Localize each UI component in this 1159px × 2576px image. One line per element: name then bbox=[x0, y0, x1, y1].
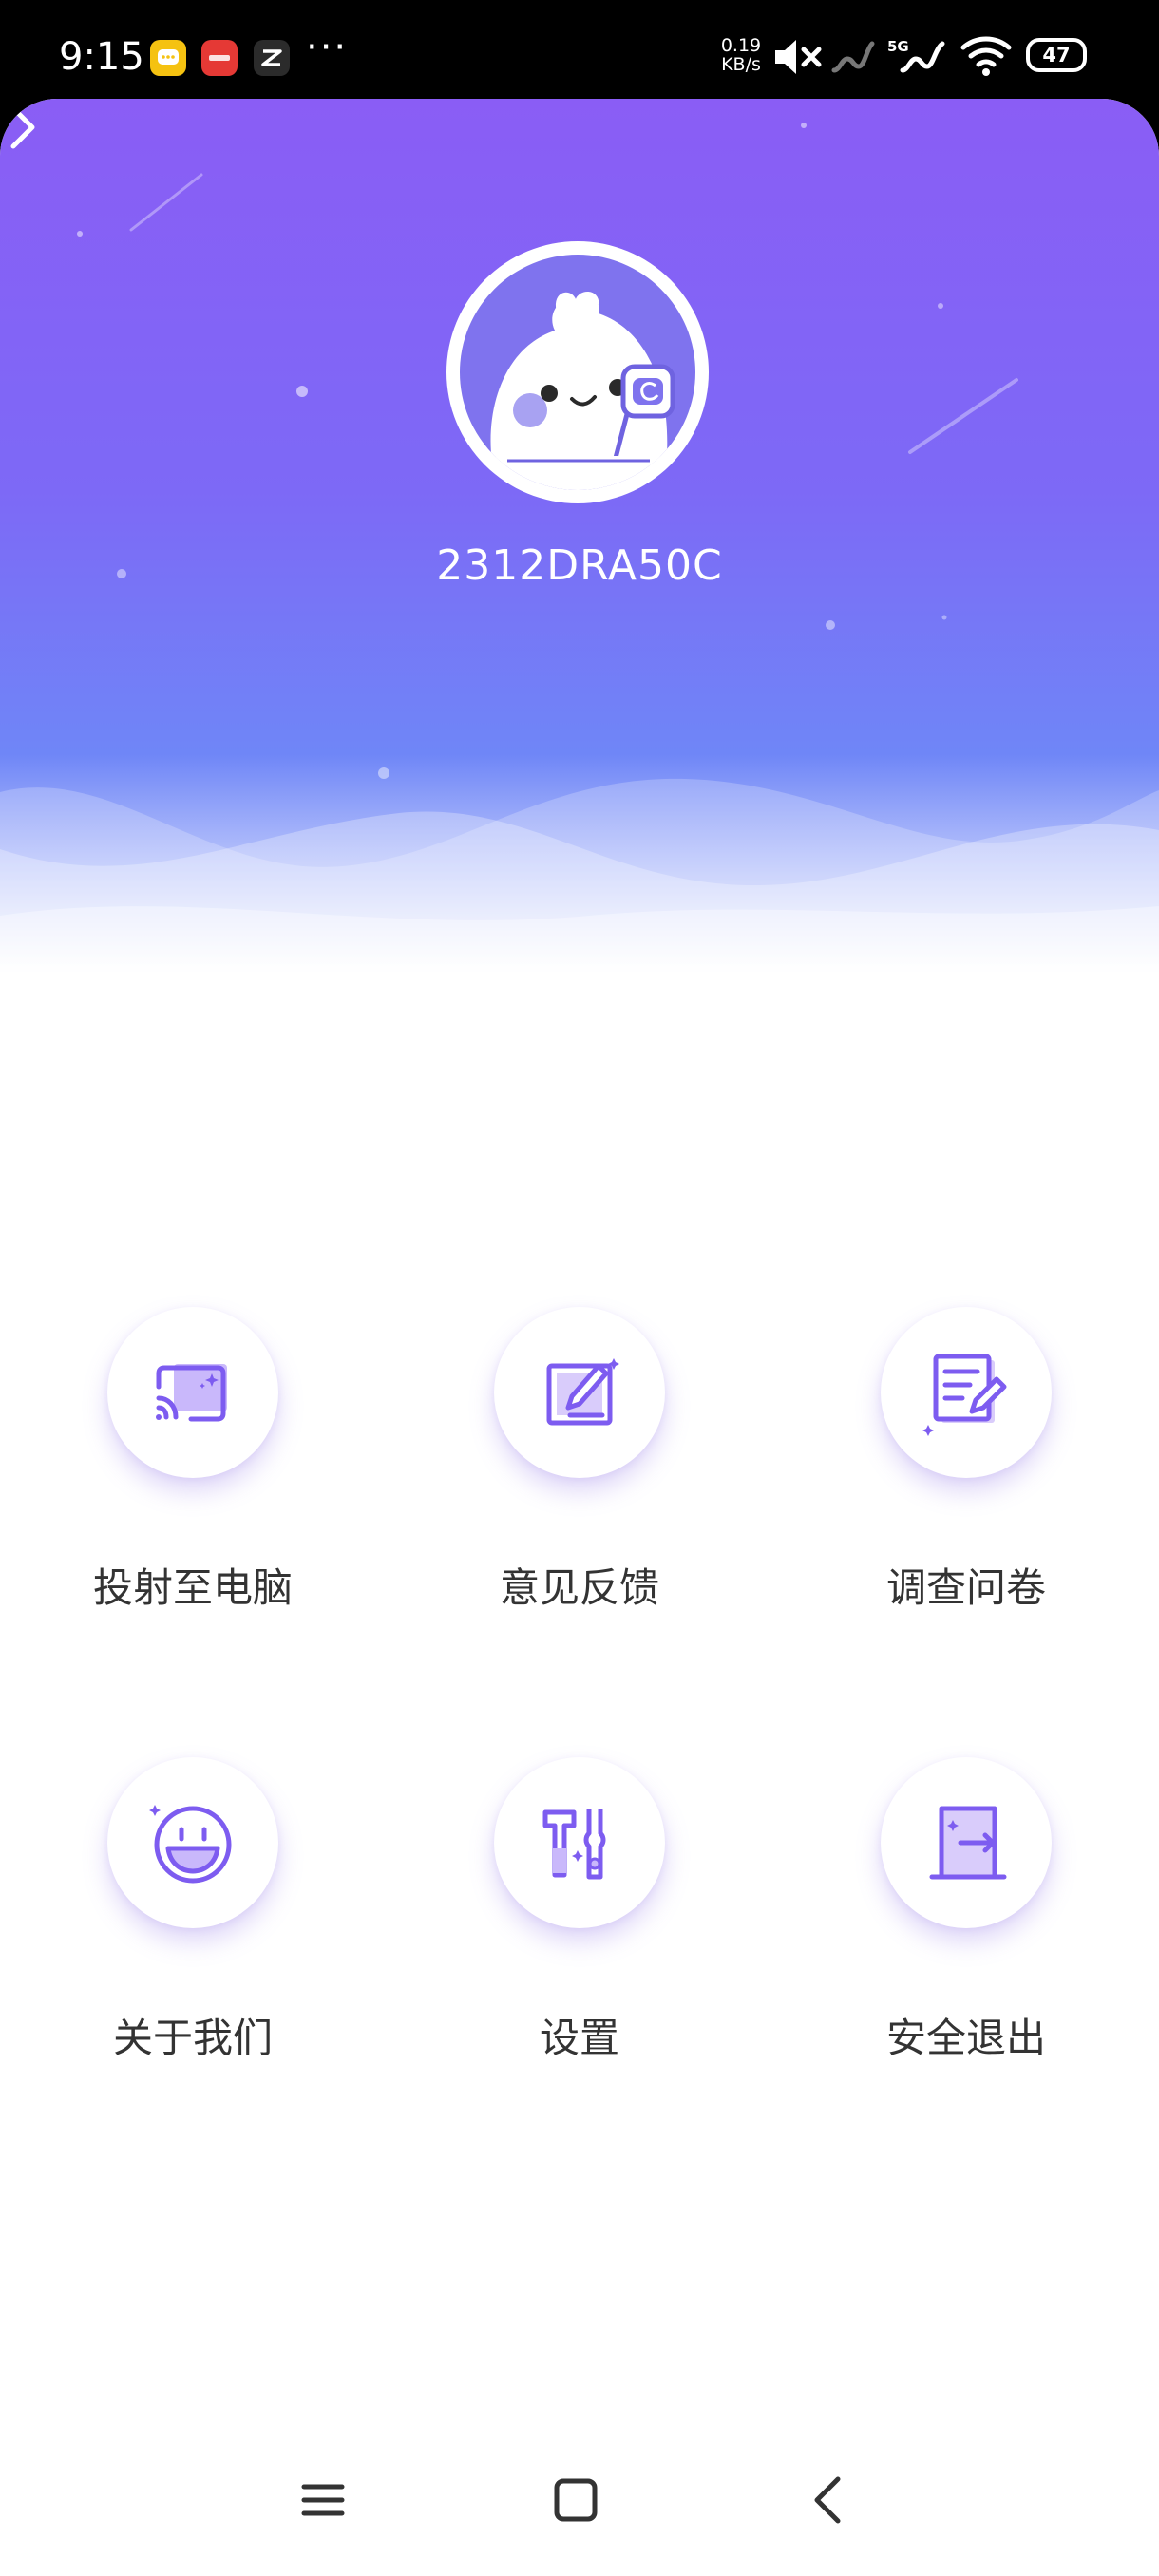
screen: 9:15 ··· 0.19 KB/s 5G 47 2312DRA50C 投射至电… bbox=[0, 0, 1159, 2576]
tools-icon bbox=[542, 1809, 606, 1880]
system-nav-bar bbox=[0, 2432, 1159, 2576]
survey-icon bbox=[922, 1354, 1007, 1436]
signal-sim1-icon bbox=[831, 41, 875, 73]
header-decoration bbox=[0, 123, 1159, 973]
feedback-edit-icon bbox=[546, 1358, 619, 1426]
xiaohongshu-app-icon bbox=[201, 40, 238, 76]
device-name: 2312DRA50C bbox=[436, 541, 723, 590]
menu-icon-circle bbox=[494, 1307, 665, 1478]
battery-percent: 47 bbox=[1042, 44, 1071, 66]
menu-label: 投射至电脑 bbox=[92, 1564, 293, 1611]
nav-back-button[interactable] bbox=[781, 2453, 876, 2548]
menu-item-survey[interactable]: 调查问卷 bbox=[773, 1307, 1159, 1649]
menu-item-cast-to-pc[interactable]: 投射至电脑 bbox=[0, 1307, 386, 1649]
menu-item-feedback[interactable]: 意见反馈 bbox=[387, 1307, 772, 1649]
menu-icon-circle bbox=[494, 1757, 665, 1928]
message-app-icon bbox=[150, 40, 186, 76]
capcut-app-icon bbox=[254, 40, 290, 76]
exit-icon bbox=[929, 1806, 1007, 1880]
menu-label: 意见反馈 bbox=[499, 1564, 659, 1611]
nav-home-button[interactable] bbox=[528, 2453, 623, 2548]
menu-icon-circle bbox=[881, 1757, 1052, 1928]
menu-label: 调查问卷 bbox=[885, 1564, 1046, 1611]
menu-label: 安全退出 bbox=[885, 2015, 1046, 2061]
avatar-mascot-image bbox=[460, 255, 695, 490]
network-speed: 0.19 KB/s bbox=[716, 36, 766, 74]
more-notifications-icon: ··· bbox=[306, 26, 349, 69]
status-time: 9:15 bbox=[59, 35, 144, 79]
smile-icon bbox=[149, 1805, 232, 1884]
menu-item-logout[interactable]: 安全退出 bbox=[773, 1757, 1159, 2099]
network-speed-value: 0.19 bbox=[720, 35, 762, 56]
status-bar: 9:15 ··· 0.19 KB/s 5G 47 bbox=[0, 0, 1159, 99]
menu-item-about-us[interactable]: 关于我们 bbox=[0, 1757, 386, 2099]
menu-lines-icon bbox=[301, 2484, 345, 2516]
back-chevron-icon bbox=[814, 2476, 841, 2524]
cast-icon bbox=[156, 1364, 227, 1422]
menu-icon-circle bbox=[107, 1307, 278, 1478]
home-square-icon bbox=[554, 2478, 598, 2522]
menu-label: 关于我们 bbox=[112, 2015, 273, 2061]
menu-item-settings[interactable]: 设置 bbox=[387, 1757, 772, 2099]
menu-icon-circle bbox=[881, 1307, 1052, 1478]
battery-icon: 47 bbox=[1026, 38, 1087, 72]
wifi-icon bbox=[960, 36, 1012, 76]
chevron-right-icon[interactable] bbox=[0, 99, 48, 156]
signal-sim2-icon bbox=[900, 41, 945, 73]
profile-header: 2312DRA50C bbox=[0, 99, 1159, 973]
mute-icon bbox=[775, 40, 822, 74]
menu-label: 设置 bbox=[539, 2015, 619, 2061]
nav-menu-button[interactable] bbox=[276, 2453, 370, 2548]
main-content: 2312DRA50C 投射至电脑 意见反馈 调查问卷 关于我们 设置 安全退出 bbox=[0, 99, 1159, 2576]
menu-icon-circle bbox=[107, 1757, 278, 1928]
avatar[interactable] bbox=[446, 241, 709, 503]
network-speed-unit: KB/s bbox=[721, 54, 761, 75]
